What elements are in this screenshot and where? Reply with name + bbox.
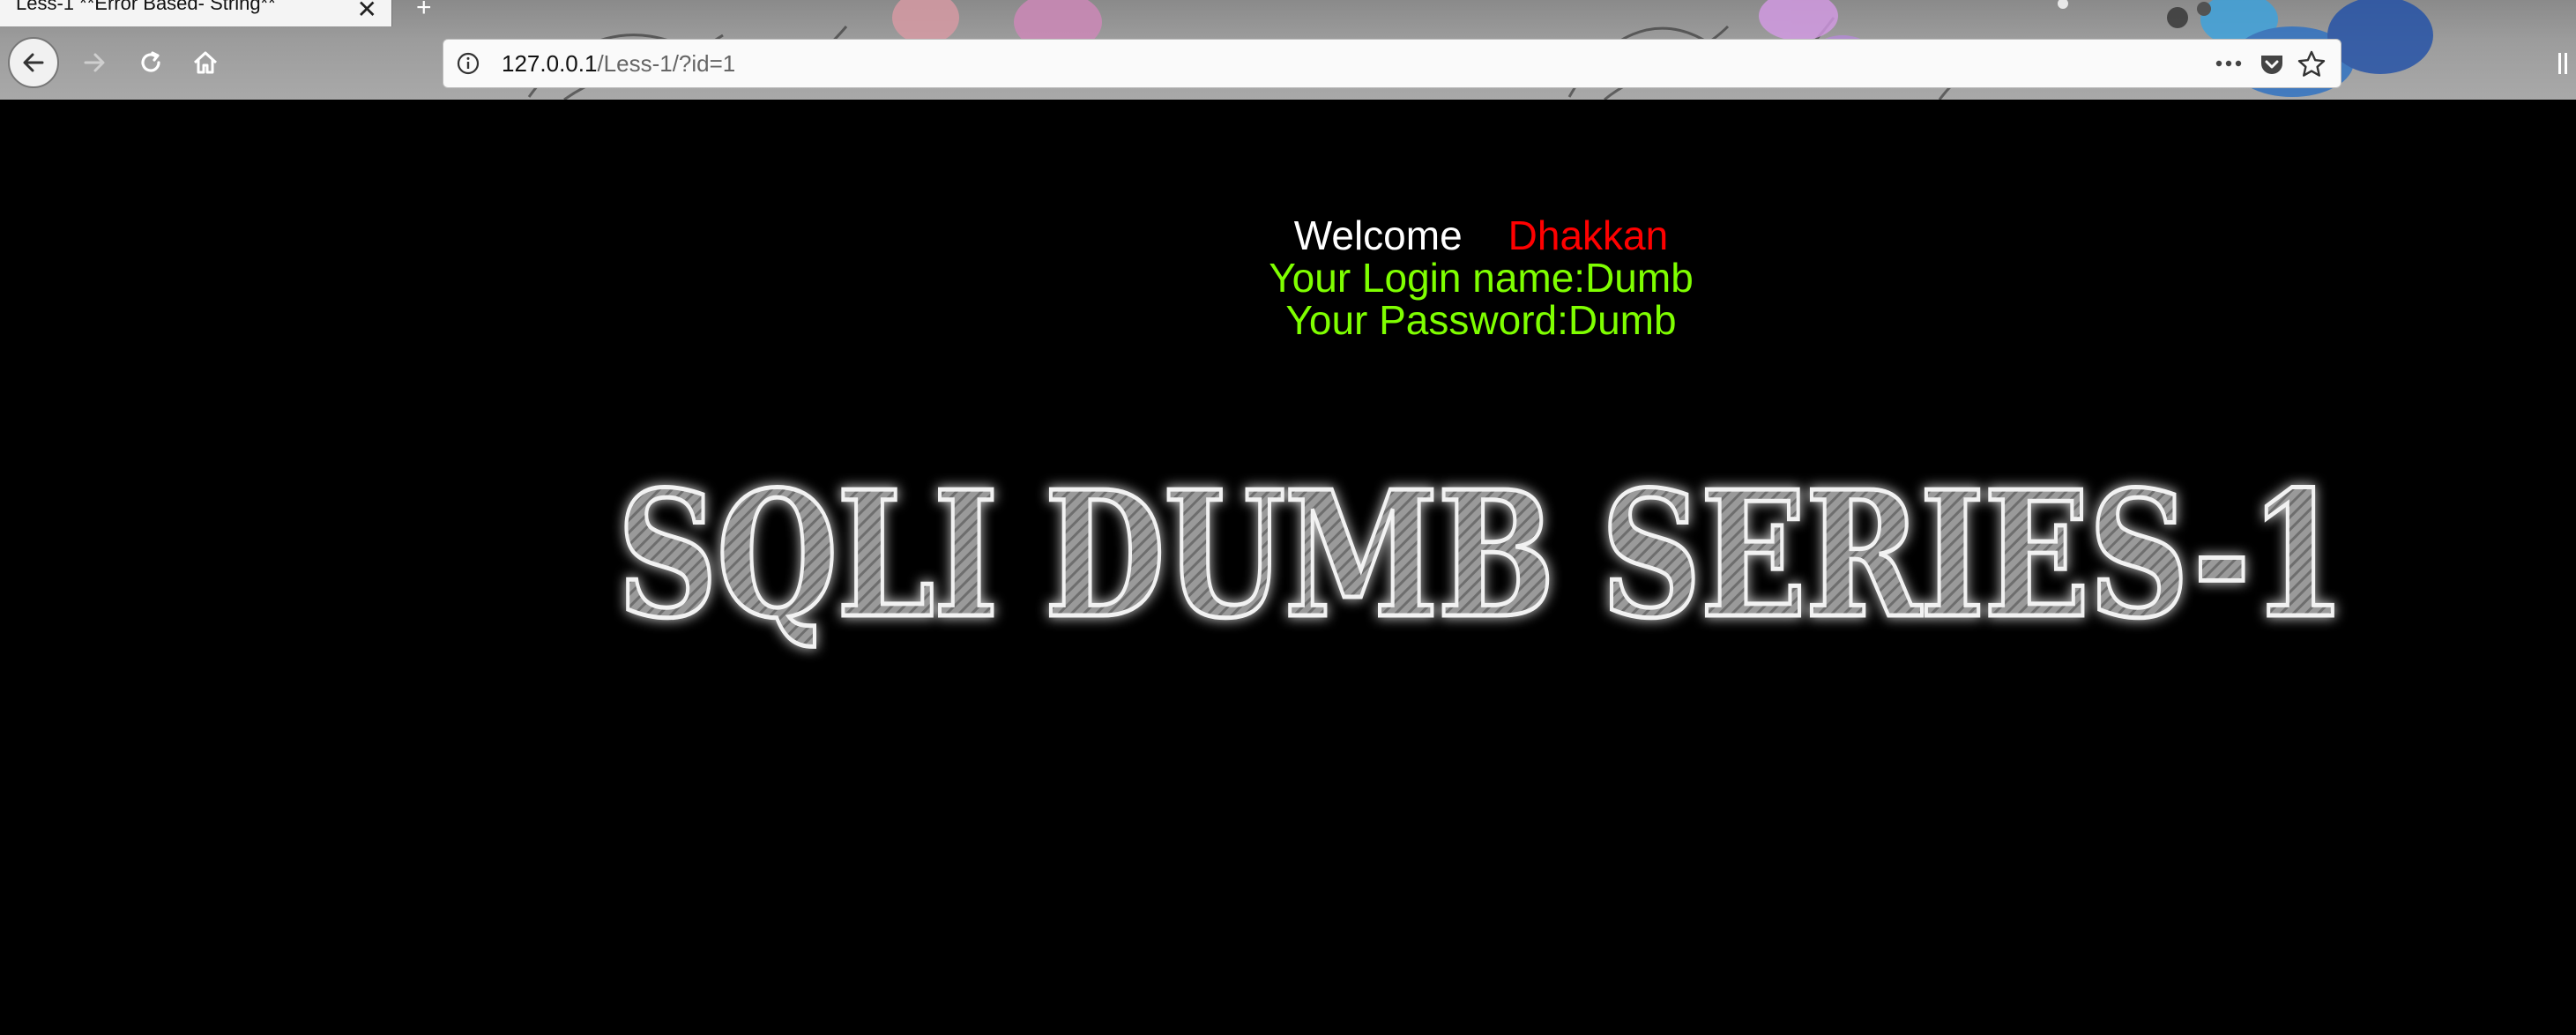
home-button[interactable]	[180, 37, 231, 88]
arrow-left-icon	[23, 53, 44, 72]
browser-chrome: Less-1 **Error Based- String** ✕ + 127.0…	[0, 0, 2576, 100]
bookmark-star-icon[interactable]	[2297, 49, 2327, 79]
url-path: /Less-1/?id=1	[597, 50, 736, 77]
home-icon	[193, 51, 218, 74]
arrow-right-icon	[84, 53, 105, 72]
welcome-line: Welcome Dhakkan	[1173, 214, 1790, 257]
url-text[interactable]: 127.0.0.1/Less-1/?id=1	[502, 50, 735, 78]
reload-button[interactable]	[125, 37, 176, 88]
tab-active[interactable]: Less-1 **Error Based- String** ✕	[0, 0, 392, 26]
reload-icon	[141, 51, 160, 72]
navigation-toolbar: 127.0.0.1/Less-1/?id=1	[0, 32, 2576, 95]
welcome-label: Welcome	[1293, 212, 1463, 258]
tab-close-icon[interactable]: ✕	[357, 0, 377, 23]
sqli-dumb-series-banner: SQLI DUMB SERIES-1	[615, 452, 2349, 659]
page-content: Welcome Dhakkan Your Login name:Dumb Your…	[0, 100, 2576, 1035]
more-actions-icon[interactable]	[2214, 52, 2244, 75]
welcome-message: Welcome Dhakkan Your Login name:Dumb Your…	[1173, 214, 1790, 341]
url-host: 127.0.0.1	[502, 50, 598, 77]
tab-strip: Less-1 **Error Based- String** ✕ +	[0, 0, 2576, 26]
info-icon[interactable]	[456, 51, 480, 76]
forward-button[interactable]	[69, 37, 120, 88]
tab-title: Less-1 **Error Based- String**	[16, 0, 276, 14]
url-bar[interactable]: 127.0.0.1/Less-1/?id=1	[443, 39, 2341, 88]
banner-title: SQLI DUMB SERIES-1	[617, 454, 2345, 657]
new-tab-button[interactable]: +	[416, 0, 432, 23]
back-button[interactable]	[8, 37, 59, 88]
library-icon[interactable]	[2557, 49, 2574, 78]
pocket-icon[interactable]	[2258, 50, 2286, 78]
login-name-line: Your Login name:Dumb	[1269, 255, 1694, 301]
welcome-username: Dhakkan	[1508, 212, 1669, 258]
password-line: Your Password:Dumb	[1285, 297, 1677, 343]
